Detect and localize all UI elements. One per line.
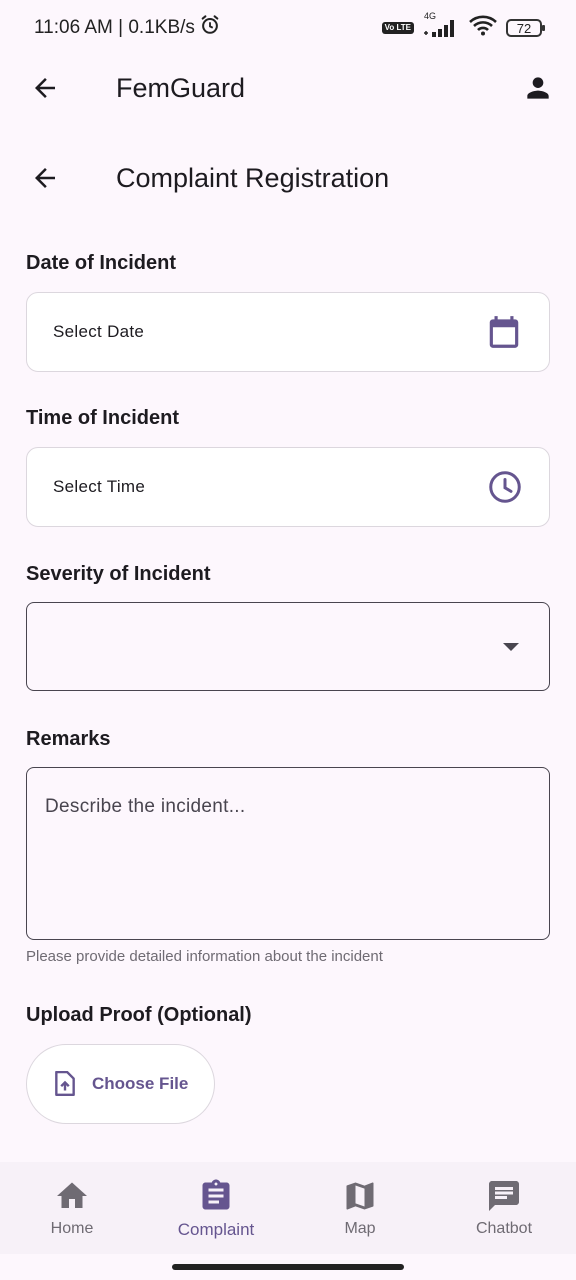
clipboard-icon <box>202 1179 230 1210</box>
nav-label-map: Map <box>344 1220 376 1237</box>
network-type: 4G <box>424 11 437 21</box>
profile-button[interactable] <box>514 64 562 112</box>
remarks-label: Remarks <box>26 728 111 750</box>
upload-label: Upload Proof (Optional) <box>26 1004 252 1026</box>
map-icon <box>346 1182 374 1210</box>
app-title: FemGuard <box>116 72 246 103</box>
page-title: Complaint Registration <box>116 162 390 193</box>
nav-label-home: Home <box>50 1220 94 1237</box>
date-field[interactable]: Select Date <box>26 292 550 372</box>
chat-icon <box>489 1181 519 1211</box>
nav-label-chatbot: Chatbot <box>475 1220 533 1237</box>
home-indicator[interactable] <box>172 1264 404 1270</box>
date-value: Select Date <box>53 322 145 341</box>
upload-file-icon <box>55 1071 75 1097</box>
time-label: Time of Incident <box>26 407 179 429</box>
status-left: 11:06 AM | 0.1KB/s <box>34 14 221 42</box>
alarm-icon <box>199 14 221 42</box>
choose-file-button[interactable]: Choose File <box>26 1044 215 1124</box>
page-back-button[interactable] <box>21 154 69 202</box>
nav-label-complaint: Complaint <box>177 1220 255 1239</box>
page-header: Complaint Registration <box>0 146 576 210</box>
volte-icon: Vo LTE <box>381 22 414 34</box>
battery-icon: 72 <box>506 19 545 37</box>
nav-item-home[interactable]: Home <box>0 1162 144 1254</box>
arrow-back-icon <box>35 168 55 188</box>
nav-item-complaint[interactable]: Complaint <box>144 1162 288 1254</box>
status-bar: 11:06 AM | 0.1KB/s Vo LTE 4G 72 <box>0 0 576 56</box>
home-icon <box>57 1182 87 1208</box>
dropdown-arrow-icon <box>503 642 519 651</box>
signal-icon: 4G <box>422 11 460 39</box>
battery-level: 72 <box>516 20 532 36</box>
calendar-icon <box>485 313 523 351</box>
arrow-back-icon <box>35 78 55 98</box>
status-right: Vo LTE 4G 72 <box>381 11 545 42</box>
person-icon <box>527 77 549 99</box>
app-back-button[interactable] <box>21 64 69 112</box>
severity-label: Severity of Incident <box>26 563 211 585</box>
clock-icon <box>487 469 523 505</box>
time-value: Select Time <box>53 477 146 496</box>
nav-item-map[interactable]: Map <box>288 1162 432 1254</box>
app-screen: 11:06 AM | 0.1KB/s Vo LTE 4G 72 FemGuard <box>0 0 576 1280</box>
choose-file-label: Choose File <box>92 1074 189 1093</box>
wifi-icon <box>468 14 498 42</box>
remarks-helper-text: Please provide detailed information abou… <box>26 948 383 965</box>
time-field[interactable]: Select Time <box>26 447 550 527</box>
status-time: 11:06 AM | 0.1KB/s <box>34 17 195 38</box>
bottom-navigation: Home Complaint Map Chatbot <box>0 1162 576 1254</box>
app-bar: FemGuard <box>0 56 576 120</box>
date-label: Date of Incident <box>26 252 177 274</box>
severity-dropdown[interactable] <box>26 602 550 691</box>
remarks-placeholder: Describe the incident... <box>45 796 246 817</box>
remarks-textarea[interactable]: Describe the incident... <box>26 767 550 940</box>
nav-item-chatbot[interactable]: Chatbot <box>432 1162 576 1254</box>
